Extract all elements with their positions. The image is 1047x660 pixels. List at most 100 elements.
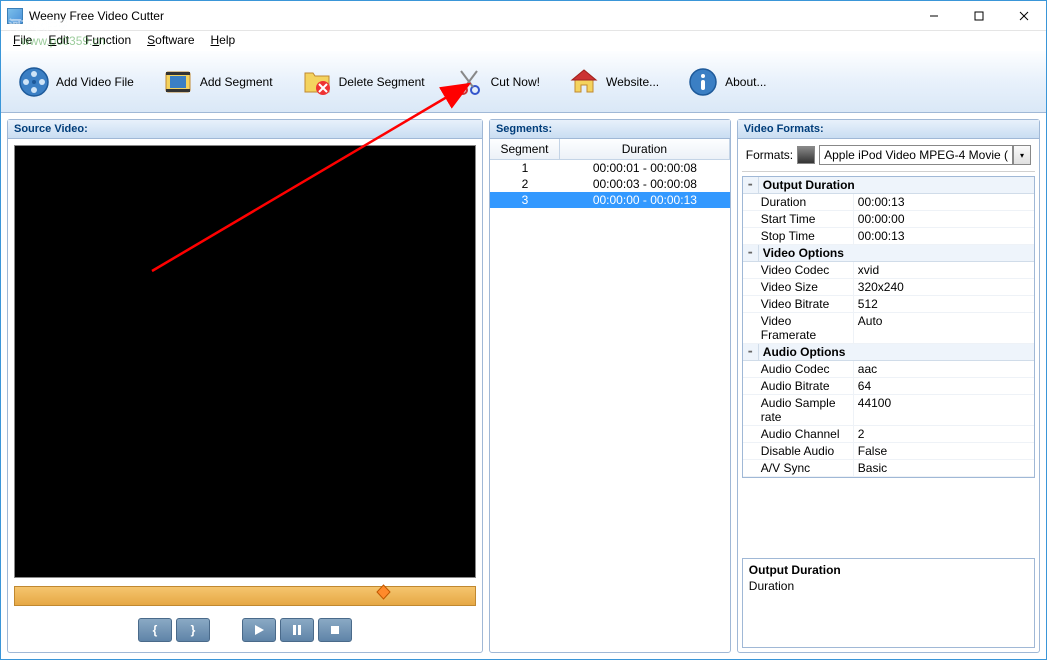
toolbar: Add Video File Add Segment Delete Segmen… [1,51,1046,113]
prop-key: A/V Sync [743,460,853,476]
prop-value[interactable]: xvid [853,262,1034,278]
panel-title: Source Video: [8,120,482,139]
app-icon [7,8,23,24]
scissors-icon [453,66,485,98]
col-segment: Segment [490,139,560,159]
property-row[interactable]: Audio Sample rate44100 [743,395,1034,426]
home-icon [568,66,600,98]
playback-controls: { } [12,610,478,648]
about-button[interactable]: About... [678,61,785,103]
segment-row[interactable]: 2 00:00:03 - 00:00:08 [490,176,730,192]
prop-value[interactable]: 00:00:00 [853,211,1034,227]
stop-button[interactable] [318,618,352,642]
add-segment-button[interactable]: Add Segment [153,61,292,103]
prop-key: Video Framerate [743,313,853,343]
property-row[interactable]: Video FramerateAuto [743,313,1034,344]
segments-panel: Segments: Segment Duration 1 00:00:01 - … [489,119,731,653]
property-row[interactable]: Video Codecxvid [743,262,1034,279]
property-row[interactable]: Duration00:00:13 [743,194,1034,211]
film-strip-icon [162,66,194,98]
collapse-icon[interactable]: - [743,177,759,193]
property-row[interactable]: Video Bitrate512 [743,296,1034,313]
format-thumb-icon [797,146,815,164]
property-row[interactable]: Start Time00:00:00 [743,211,1034,228]
pause-button[interactable] [280,618,314,642]
timeline-slider[interactable] [14,586,476,606]
mark-in-button[interactable]: { [138,618,172,642]
window-buttons [911,1,1046,30]
category-output-duration[interactable]: -Output Duration [743,177,1034,194]
prop-key: Audio Codec [743,361,853,377]
prop-key: Audio Bitrate [743,378,853,394]
window-title: Weeny Free Video Cutter [29,9,911,23]
minimize-button[interactable] [911,1,956,30]
prop-value[interactable]: 00:00:13 [853,194,1034,210]
toolbar-label: Website... [606,75,659,89]
property-row[interactable]: Audio Channel2 [743,426,1034,443]
property-row[interactable]: Stop Time00:00:13 [743,228,1034,245]
mark-out-button[interactable]: } [176,618,210,642]
menu-software[interactable]: Software [139,31,202,51]
desc-title: Output Duration [749,563,1028,577]
source-video-panel: Source Video: { } [7,119,483,653]
category-audio-options[interactable]: -Audio Options [743,344,1034,361]
toolbar-label: About... [725,75,766,89]
prop-value[interactable]: 320x240 [853,279,1034,295]
col-duration: Duration [560,139,730,159]
menu-help[interactable]: Help [203,31,244,51]
prop-key: Video Codec [743,262,853,278]
segment-row[interactable]: 1 00:00:01 - 00:00:08 [490,160,730,176]
prop-value[interactable]: Auto [853,313,1034,343]
cut-now-button[interactable]: Cut Now! [444,61,559,103]
prop-key: Stop Time [743,228,853,244]
delete-segment-button[interactable]: Delete Segment [292,61,444,103]
panel-title: Segments: [490,120,730,139]
video-preview[interactable] [14,145,476,578]
menu-edit[interactable]: Edit [40,31,77,51]
collapse-icon[interactable]: - [743,245,759,261]
prop-value[interactable]: 64 [853,378,1034,394]
toolbar-label: Cut Now! [491,75,540,89]
prop-key: Start Time [743,211,853,227]
format-dropdown-button[interactable]: ▾ [1013,145,1031,165]
category-video-options[interactable]: -Video Options [743,245,1034,262]
property-row[interactable]: Video Size320x240 [743,279,1034,296]
format-selector-row: Formats: Apple iPod Video MPEG-4 Movie (… [742,143,1035,172]
format-select[interactable]: Apple iPod Video MPEG-4 Movie ( [819,145,1013,165]
maximize-button[interactable] [956,1,1001,30]
prop-value[interactable]: 00:00:13 [853,228,1034,244]
property-description: Output Duration Duration [742,558,1035,648]
property-row[interactable]: A/V SyncBasic [743,460,1034,477]
add-video-file-button[interactable]: Add Video File [9,61,153,103]
desc-body: Duration [749,579,1028,593]
prop-value[interactable]: 2 [853,426,1034,442]
segment-row-selected[interactable]: 3 00:00:00 - 00:00:13 [490,192,730,208]
collapse-icon[interactable]: - [743,344,759,360]
property-row[interactable]: Audio Codecaac [743,361,1034,378]
prop-key: Audio Sample rate [743,395,853,425]
property-row[interactable]: Disable AudioFalse [743,443,1034,460]
property-row[interactable]: Audio Bitrate64 [743,378,1034,395]
prop-value[interactable]: Basic [853,460,1034,476]
website-button[interactable]: Website... [559,61,678,103]
menu-file[interactable]: File [5,31,40,51]
film-reel-icon [18,66,50,98]
prop-value[interactable]: 512 [853,296,1034,312]
close-button[interactable] [1001,1,1046,30]
content-area: Source Video: { } Segments: [1,113,1046,659]
info-icon [687,66,719,98]
panel-title: Video Formats: [738,120,1039,139]
segments-header: Segment Duration [490,139,730,160]
prop-key: Audio Channel [743,426,853,442]
menu-function[interactable]: Function [77,31,139,51]
properties-grid: -Output Duration Duration00:00:13Start T… [742,176,1035,478]
prop-value[interactable]: 44100 [853,395,1034,425]
video-formats-panel: Video Formats: Formats: Apple iPod Video… [737,119,1040,653]
prop-value[interactable]: False [853,443,1034,459]
prop-value[interactable]: aac [853,361,1034,377]
folder-delete-icon [301,66,333,98]
play-button[interactable] [242,618,276,642]
prop-key: Video Bitrate [743,296,853,312]
prop-key: Duration [743,194,853,210]
timeline-marker-icon[interactable] [375,584,392,601]
